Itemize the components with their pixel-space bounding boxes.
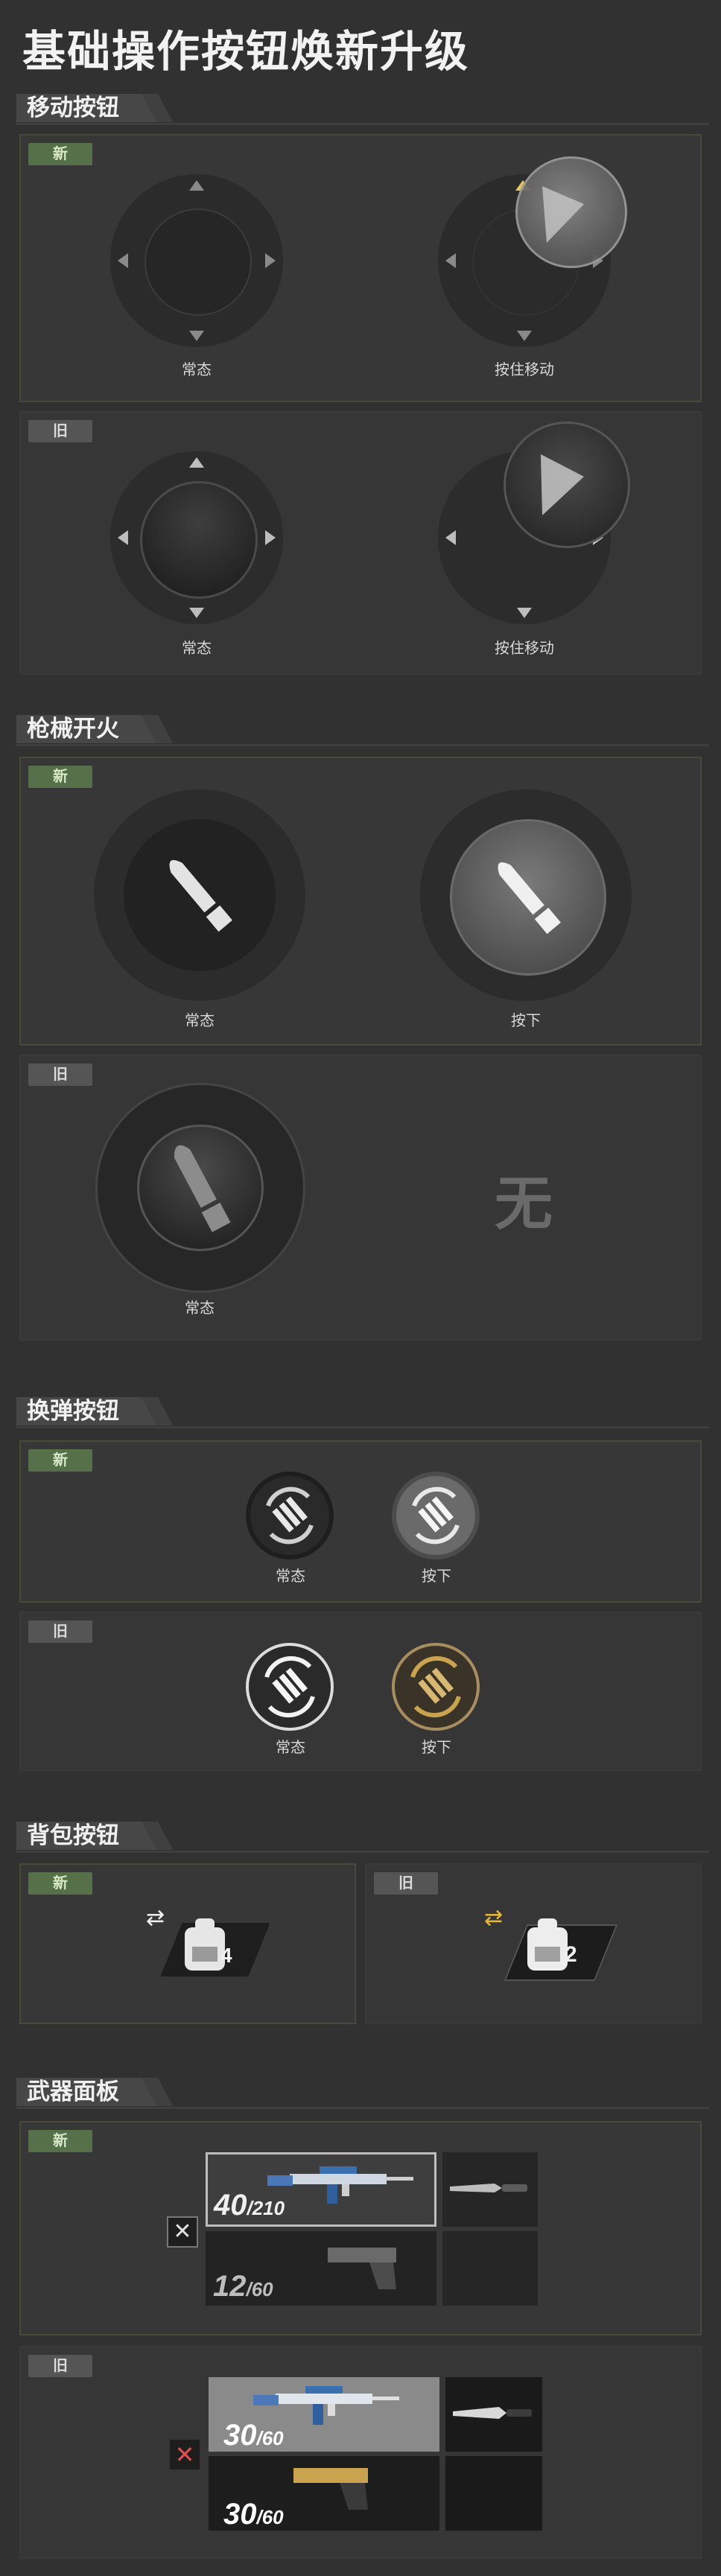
old-badge: 旧 [374,1872,438,1895]
caption-normal: 常态 [276,1740,305,1756]
ammo-count-secondary: 30/60 [223,2498,284,2531]
joystick-knob[interactable] [144,209,252,316]
backpack-button[interactable]: ⇄ 2 [484,1905,618,1985]
old-badge: 旧 [28,2355,92,2377]
reload-bullets-icon [412,1486,460,1545]
ammo-count-primary: 40/210 [214,2189,285,2222]
weapon-slot-secondary[interactable]: 30/60 [209,2456,439,2531]
reload-bullets-icon [410,1656,461,1718]
arrow-left-icon [445,253,456,268]
new-badge: 新 [28,2130,92,2152]
fire-button[interactable] [137,1125,264,1251]
arrow-down-icon [189,608,204,618]
fire-new-panel: 新 常态 按下 [19,757,702,1046]
rifle-icon [267,2166,413,2204]
weapon-slot-empty[interactable] [445,2456,542,2531]
backpack-new-panel: 新 ⇄ 4 [19,1863,356,2024]
bullet-icon [498,862,561,935]
caption-pressed: 按下 [511,1013,541,1029]
reload-button-pressed[interactable] [392,1472,480,1559]
section-title: 武器面板 [27,2079,119,2105]
page-title: 基础操作按钮焕新升级 [22,28,470,76]
backpack-old-panel: 旧 ⇄ 2 [365,1863,702,2024]
weapon-slot-secondary[interactable]: 12/60 [206,2231,436,2306]
section-header-fire: 枪械开火 [16,715,709,746]
caption-pressed: 按住移动 [495,640,554,657]
pistol-icon [293,2468,368,2510]
move-new-panel: 新 常态 按住移动 [19,134,702,402]
arrow-up-icon [189,180,204,191]
swap-arrows-icon: ⇄ [484,1906,504,1930]
caption-pressed: 按下 [422,1740,451,1756]
new-badge: 新 [28,766,92,788]
weapon-slot-melee[interactable] [442,2152,538,2227]
caption-normal: 常态 [276,1568,305,1585]
arrow-right-icon [265,530,276,545]
arrow-right-icon [265,253,276,268]
joystick-knob-pressed[interactable] [515,156,627,268]
close-x-icon[interactable]: ✕ [167,2216,198,2248]
caption-normal: 常态 [185,1300,215,1317]
arrow-left-icon [445,530,456,545]
section-header-reload: 换弹按钮 [16,1397,709,1428]
caption-normal: 常态 [182,362,212,378]
weapon-old-panel: 旧 ✕ 30/60 30/60 [19,2346,702,2559]
section-header-backpack: 背包按钮 [16,1822,709,1853]
joystick-knob[interactable] [140,481,258,599]
caption-normal: 常态 [185,1013,215,1029]
caption-pressed: 按住移动 [495,362,554,378]
caption-pressed: 按下 [422,1568,451,1585]
old-badge: 旧 [28,1621,92,1643]
arrow-left-icon [118,253,128,268]
arrow-up-icon [189,457,204,468]
section-title: 枪械开火 [27,716,119,742]
close-x-icon[interactable]: ✕ [170,2440,200,2470]
swap-arrows-icon: ⇄ [146,1906,165,1930]
joystick-knob-pressed[interactable] [504,422,630,548]
new-badge: 新 [28,1449,92,1472]
bullet-icon [174,1145,231,1233]
pistol-icon [328,2248,396,2289]
reload-button-pressed[interactable] [392,1643,480,1731]
section-title: 背包按钮 [27,1822,119,1848]
reload-button[interactable] [246,1472,334,1559]
ammo-count-secondary: 12/60 [213,2270,273,2303]
weapon-slot-melee[interactable] [445,2377,542,2452]
arrow-down-icon [189,331,204,341]
old-badge: 旧 [28,1063,92,1086]
weapon-new-panel: 新 ✕ 40/210 12/60 [19,2121,702,2335]
reload-new-panel: 新 常态 按下 [19,1440,702,1603]
arrow-down-icon [517,331,532,341]
weapon-slot-primary[interactable]: 40/210 [206,2152,436,2227]
old-badge: 旧 [28,420,92,442]
arrow-down-icon [517,608,532,618]
reload-old-panel: 旧 常态 按下 [19,1612,702,1771]
knife-icon [450,2184,527,2192]
bullet-icon [169,860,232,932]
move-old-panel: 旧 常态 按住移动 [19,411,702,675]
reload-button[interactable] [246,1643,334,1731]
reload-bullets-icon [266,1486,314,1545]
arrow-left-icon [118,530,128,545]
caption-normal: 常态 [182,640,212,657]
weapon-slot-empty[interactable] [442,2231,538,2306]
reload-bullets-icon [264,1656,315,1718]
ammo-count-primary: 30/60 [223,2419,284,2452]
section-title: 换弹按钮 [27,1398,119,1424]
fire-button[interactable] [124,819,276,971]
backpack-count: 2 [565,1942,577,1967]
section-header-weapon: 武器面板 [16,2078,709,2109]
backpack-button[interactable]: ⇄ 4 [146,1905,270,1985]
none-label: 无 [495,1171,553,1236]
fire-old-panel: 旧 常态 无 [19,1055,702,1341]
fire-button-pressed[interactable] [450,819,606,976]
backpack-count: 4 [220,1944,232,1967]
knife-icon [453,2407,532,2419]
section-title: 移动按钮 [27,95,119,121]
section-header-move: 移动按钮 [16,94,709,125]
weapon-slot-primary[interactable]: 30/60 [209,2377,439,2452]
new-badge: 新 [28,1872,92,1895]
new-badge: 新 [28,143,92,165]
